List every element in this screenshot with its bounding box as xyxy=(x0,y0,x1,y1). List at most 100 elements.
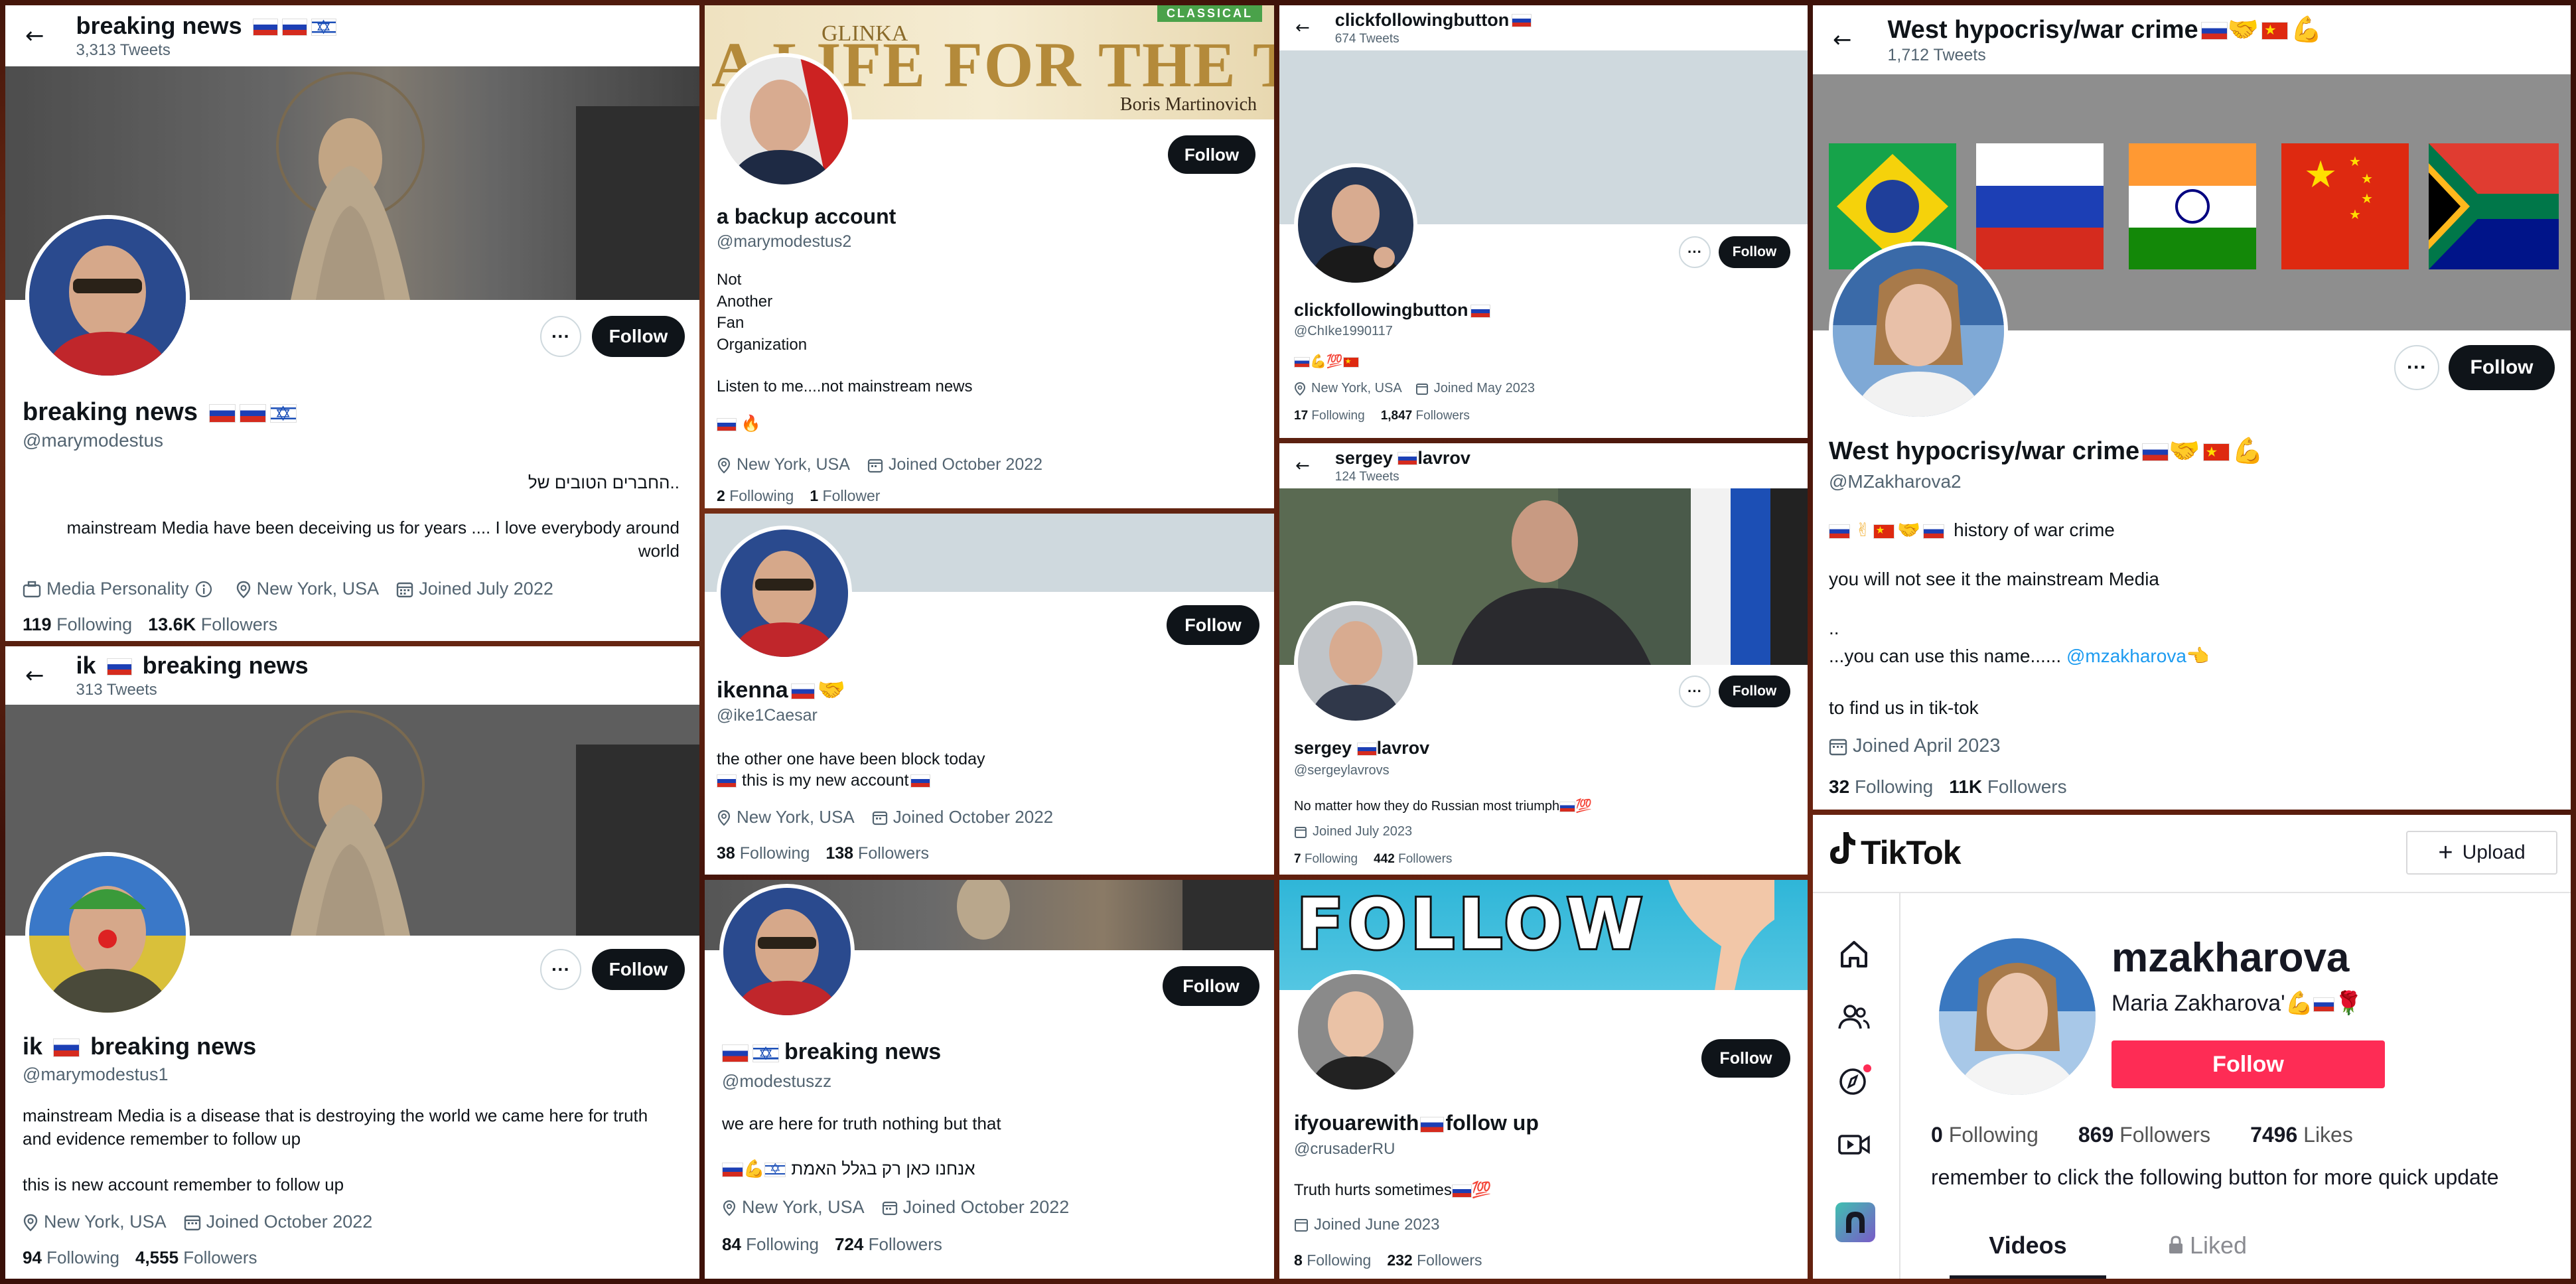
followers-stat[interactable]: 869 Followers xyxy=(2078,1123,2210,1147)
back-arrow-icon[interactable]: ← xyxy=(25,662,44,689)
more-options-button[interactable]: ··· xyxy=(540,949,581,990)
joined-date: Joined October 2022 xyxy=(893,807,1054,827)
calendar-icon xyxy=(1295,826,1307,838)
followers-count: 1,847 xyxy=(1380,409,1413,423)
followers-link[interactable]: 1 Follower xyxy=(810,487,880,504)
followers-link[interactable]: 232 Followers xyxy=(1387,1251,1482,1269)
joined-date: Joined May 2023 xyxy=(1433,381,1536,395)
more-options-button[interactable]: ··· xyxy=(540,316,581,357)
info-icon[interactable] xyxy=(194,580,213,599)
following-link[interactable]: 8 Following xyxy=(1294,1251,1371,1269)
following-link[interactable]: 84 Following xyxy=(722,1234,819,1254)
following-people-icon[interactable] xyxy=(1835,998,1873,1035)
home-icon[interactable] xyxy=(1835,936,1873,973)
following-link[interactable]: 38 Following xyxy=(717,844,810,863)
following-stat[interactable]: 0 Following xyxy=(1931,1123,2039,1147)
follow-counts: 32 Following 11K Followers xyxy=(1829,776,2067,798)
follow-button[interactable]: Follow xyxy=(1163,966,1259,1006)
user-avatar-small[interactable] xyxy=(1835,1202,1875,1242)
back-arrow-icon[interactable]: ← xyxy=(1833,27,1852,53)
bio-line: this is my new account xyxy=(742,771,909,790)
tiktok-logo-icon[interactable] xyxy=(1827,831,1857,865)
flag-israel-icon xyxy=(752,1044,779,1062)
live-video-icon[interactable] xyxy=(1835,1125,1873,1163)
profile-avatar[interactable] xyxy=(717,526,852,661)
flag-ru-icon xyxy=(1356,742,1377,756)
calendar-icon xyxy=(397,582,413,597)
explore-compass-icon[interactable] xyxy=(1835,1062,1873,1099)
following-link[interactable]: 94 Following xyxy=(23,1248,119,1267)
user-handle: @sergeylavrovs xyxy=(1294,763,1390,778)
back-arrow-icon[interactable]: ← xyxy=(25,23,44,49)
tiktok-follow-button[interactable]: Follow xyxy=(2111,1040,2385,1088)
follow-counts: 2 Following 1 Follower xyxy=(717,487,880,505)
svg-text:★: ★ xyxy=(2349,153,2361,169)
tiktok-profile-avatar[interactable] xyxy=(1939,938,2096,1095)
lock-icon xyxy=(2169,1236,2182,1253)
profile-avatar[interactable] xyxy=(1829,242,2008,421)
follow-button[interactable]: Follow xyxy=(1719,236,1790,268)
more-options-button[interactable]: ··· xyxy=(1679,236,1711,268)
flag-ru-icon xyxy=(1470,304,1491,318)
back-arrow-icon[interactable]: ← xyxy=(1295,18,1310,38)
follow-counts: 94 Following 4,555 Followers xyxy=(23,1248,257,1268)
profile-avatar[interactable] xyxy=(719,884,855,1019)
following-link[interactable]: 119 Following xyxy=(23,614,132,634)
svg-text:★: ★ xyxy=(2349,206,2361,222)
followers-link[interactable]: 11K Followers xyxy=(1949,776,2066,797)
tab-liked[interactable]: Liked xyxy=(2129,1232,2285,1279)
tab-videos-label: Videos xyxy=(1989,1232,2067,1259)
follow-button[interactable]: Follow xyxy=(1168,135,1255,174)
followers-link[interactable]: 13.6K Followers xyxy=(148,614,277,634)
followers-label: Followers xyxy=(1417,1251,1482,1269)
profile-avatar[interactable] xyxy=(25,852,190,1017)
pointing-hand-illustration xyxy=(1668,880,1774,990)
flag-china-icon xyxy=(1342,356,1359,368)
bio-hebrew-line: אנחנו כאן רק בגלל האמת xyxy=(791,1159,975,1178)
following-link[interactable]: 17 Following xyxy=(1294,409,1365,423)
follow-button[interactable]: Follow xyxy=(592,316,685,357)
more-options-button[interactable]: ··· xyxy=(2394,345,2439,390)
followers-link[interactable]: 442 Followers xyxy=(1374,852,1452,866)
followers-link[interactable]: 1,847 Followers xyxy=(1381,409,1470,423)
followers-link[interactable]: 724 Followers xyxy=(835,1234,942,1254)
plus-icon: + xyxy=(2438,839,2453,867)
follow-button[interactable]: Follow xyxy=(1701,1039,1790,1078)
flag-china-icon xyxy=(2261,21,2288,40)
profile-avatar[interactable] xyxy=(717,53,852,188)
upload-button[interactable]: + Upload xyxy=(2406,831,2557,875)
bio-text-3: .. xyxy=(1829,618,1839,638)
profile-avatar[interactable] xyxy=(1294,970,1417,1094)
profile-avatar[interactable] xyxy=(1294,163,1417,287)
display-name: breaking news xyxy=(23,398,198,426)
more-options-button[interactable]: ··· xyxy=(1679,676,1711,707)
display-name-suffix: follow up xyxy=(1445,1111,1539,1135)
follow-button[interactable]: Follow xyxy=(592,949,685,990)
tab-videos[interactable]: Videos xyxy=(1950,1232,2106,1279)
followers-label: Followers xyxy=(858,844,930,863)
bio-emoji-line: 💪💯 xyxy=(1294,353,1359,371)
profile-header-bar: ← clickfollowingbutton 674 Tweets xyxy=(1279,5,1808,50)
joined-date: Joined April 2023 xyxy=(1853,735,2001,756)
profile-avatar[interactable] xyxy=(1294,601,1417,725)
follow-button[interactable]: Follow xyxy=(1167,605,1259,645)
profile-avatar[interactable] xyxy=(25,215,190,380)
back-arrow-icon[interactable]: ← xyxy=(1295,456,1310,476)
follow-button[interactable]: Follow xyxy=(1719,676,1790,707)
tiktok-brand-name[interactable]: TikTok xyxy=(1861,833,1962,872)
followers-link[interactable]: 138 Followers xyxy=(825,844,929,863)
following-link[interactable]: 2 Following xyxy=(717,487,794,504)
following-label: Following xyxy=(729,487,794,504)
following-link[interactable]: 32 Following xyxy=(1829,776,1933,797)
avatar-portrait xyxy=(723,888,851,1015)
display-name: clickfollowingbutton xyxy=(1294,300,1468,320)
followers-label: Followers xyxy=(2119,1123,2211,1147)
bio-line: Not xyxy=(717,271,742,289)
followers-link[interactable]: 4,555 Followers xyxy=(135,1248,257,1267)
flag-russia-icon xyxy=(1976,143,2104,269)
bio-line: Organization xyxy=(717,335,808,354)
follow-button[interactable]: Follow xyxy=(2449,345,2555,390)
following-link[interactable]: 7 Following xyxy=(1294,852,1358,866)
mention-link[interactable]: @mzakharova👈 xyxy=(2066,646,2210,666)
profile-header-bar: ← ik breaking news 313 Tweets xyxy=(5,646,699,705)
